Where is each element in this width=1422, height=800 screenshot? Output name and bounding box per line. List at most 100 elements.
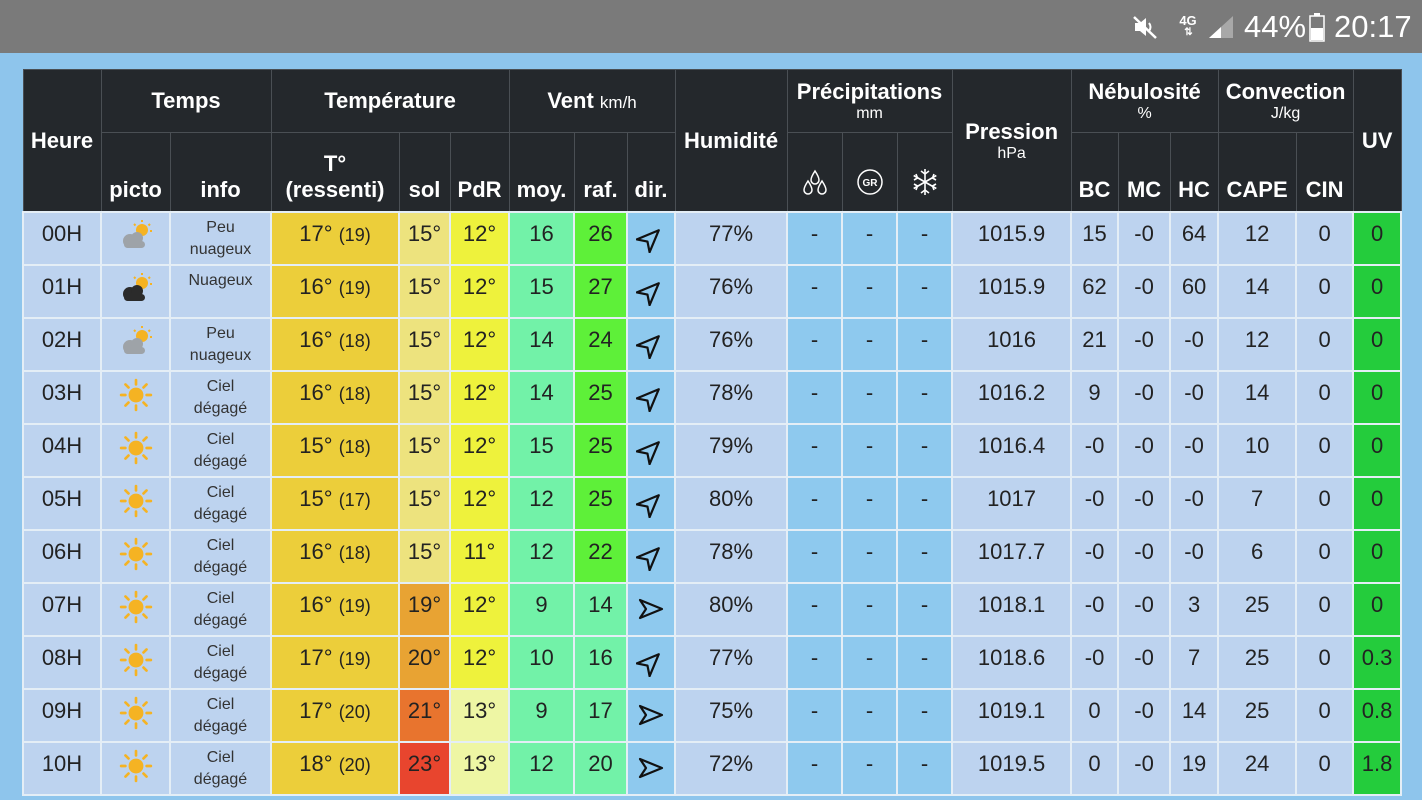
cell-uv: 0 [1352, 370, 1403, 425]
cell-snow: - [896, 476, 954, 531]
header-hc: HC [1169, 132, 1219, 213]
cell-sol: 23° [398, 741, 451, 796]
cell-info: Ciel dégagé [169, 370, 272, 425]
cell-moy: 16 [508, 211, 576, 266]
header-raf: raf. [573, 132, 628, 213]
feel-value: (20) [338, 755, 371, 775]
cell-pression: 1017 [951, 476, 1073, 531]
cell-humidite: 77% [674, 635, 789, 690]
cell-sol: 15° [398, 423, 451, 478]
cloudy-dark-icon [100, 264, 171, 319]
wind-arrow-w-icon [626, 741, 677, 796]
feel-value: (19) [338, 278, 371, 298]
cell-bc: 21 [1070, 317, 1120, 372]
weather-info-line: Nuageux [188, 272, 253, 289]
cell-temperature: 17° (19) [270, 211, 400, 266]
cell-mc: -0 [1117, 264, 1172, 319]
cell-snow: - [896, 423, 954, 478]
cell-uv: 0 [1352, 423, 1403, 478]
cell-heure: 08H [22, 635, 102, 690]
cell-rain: - [786, 582, 844, 637]
weather-info-line: dégagé [193, 771, 248, 788]
cell-moy: 15 [508, 264, 576, 319]
cell-cape: 24 [1217, 741, 1298, 796]
cell-bc: -0 [1070, 476, 1120, 531]
header-temps: Temps [100, 69, 272, 133]
forecast-body: 00H Peu nuageux 17° (19) 15° 12° 16 26 77… [22, 211, 1403, 796]
sun-icon [100, 476, 171, 531]
cell-cin: 0 [1295, 264, 1355, 319]
weather-info-line: Ciel [206, 643, 235, 660]
cell-hail: - [841, 529, 899, 584]
cell-sol: 20° [398, 635, 451, 690]
cell-moy: 14 [508, 370, 576, 425]
wind-arrow-sw-icon [626, 317, 677, 372]
cell-hail: - [841, 423, 899, 478]
cell-bc: 9 [1070, 370, 1120, 425]
weather-info-line: Ciel [206, 537, 235, 554]
cell-cin: 0 [1295, 688, 1355, 743]
cell-moy: 12 [508, 476, 576, 531]
feel-value: (18) [338, 543, 371, 563]
header-bc: BC [1070, 132, 1119, 213]
cell-snow: - [896, 264, 954, 319]
t-label: T° [323, 151, 347, 176]
weather-info-line: Peu [206, 325, 235, 342]
cell-pression: 1018.1 [951, 582, 1073, 637]
cell-uv: 0 [1352, 529, 1403, 584]
cell-humidite: 80% [674, 476, 789, 531]
partly-cloudy-icon [100, 211, 171, 266]
header-picto: picto [100, 132, 171, 213]
forecast-table: Heure Temps Température Vent km/h Humidi… [22, 69, 1403, 796]
sun-icon [100, 741, 171, 796]
cell-hc: 60 [1169, 264, 1220, 319]
wind-arrow-sw-icon [626, 635, 677, 690]
temp-value: 16° [299, 592, 333, 617]
partly-cloudy-icon [100, 317, 171, 372]
cell-rain: - [786, 741, 844, 796]
header-cin: CIN [1295, 132, 1354, 213]
conv-unit: J/kg [1270, 105, 1301, 122]
cell-uv: 0 [1352, 317, 1403, 372]
weather-info-line: Ciel [206, 378, 235, 395]
cell-bc: 15 [1070, 211, 1120, 266]
header-heure: Heure [22, 69, 102, 213]
weather-info-line: Peu [206, 219, 235, 236]
cell-pdr: 12° [448, 264, 511, 319]
cell-humidite: 72% [674, 741, 789, 796]
cell-heure: 01H [22, 264, 102, 319]
data-arrows-icon: ⇅ [1184, 26, 1192, 38]
cell-hc: -0 [1169, 423, 1220, 478]
table-row: 07H Ciel dégagé 16° (19) 19° 12° 9 14 80%… [22, 582, 1403, 637]
cell-hc: -0 [1169, 317, 1220, 372]
cell-cin: 0 [1295, 529, 1355, 584]
header-sol: sol [398, 132, 451, 213]
cell-snow: - [896, 635, 954, 690]
sun-icon [100, 688, 171, 743]
cell-mc: -0 [1117, 582, 1172, 637]
neb-label: Nébulosité [1088, 79, 1201, 104]
cell-snow: - [896, 741, 954, 796]
wind-arrow-sw-icon [626, 423, 677, 478]
cell-pression: 1017.7 [951, 529, 1073, 584]
cell-info: Ciel dégagé [169, 741, 272, 796]
cell-raf: 22 [573, 529, 629, 584]
cell-hail: - [841, 370, 899, 425]
status-bar: 4G ⇅ 44% 20:17 [0, 0, 1422, 53]
weather-info-line: dégagé [193, 665, 248, 682]
cell-bc: 0 [1070, 688, 1120, 743]
cell-cin: 0 [1295, 370, 1355, 425]
cell-uv: 0.3 [1352, 635, 1403, 690]
cell-bc: -0 [1070, 529, 1120, 584]
cell-sol: 19° [398, 582, 451, 637]
header-cape: CAPE [1217, 132, 1297, 213]
temp-value: 17° [299, 645, 333, 670]
cell-cin: 0 [1295, 476, 1355, 531]
cell-uv: 0 [1352, 582, 1403, 637]
cell-cape: 6 [1217, 529, 1298, 584]
cell-rain: - [786, 264, 844, 319]
wind-arrow-sw-icon [626, 264, 677, 319]
cell-mc: -0 [1117, 741, 1172, 796]
cell-humidite: 80% [674, 582, 789, 637]
header-vent: Vent km/h [508, 69, 676, 133]
